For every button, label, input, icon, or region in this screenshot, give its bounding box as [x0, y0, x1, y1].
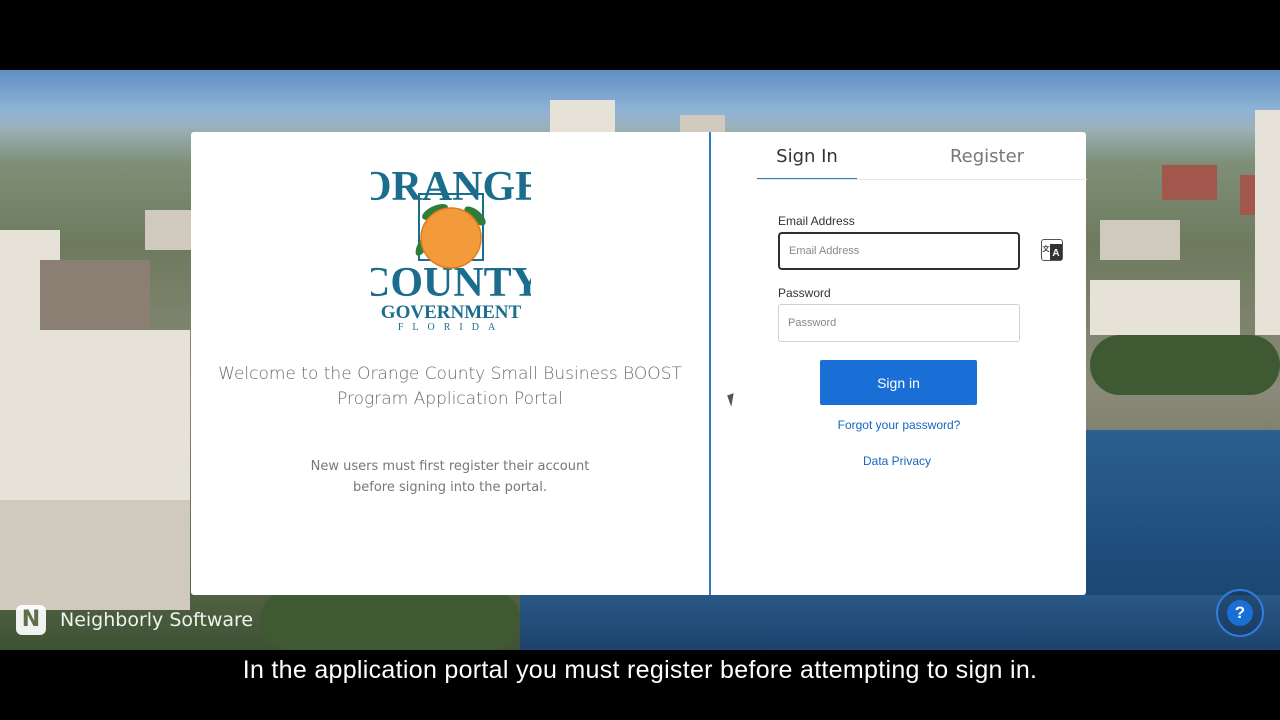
note-line-1: New users must first register their acco… [310, 459, 590, 474]
background-building [1255, 110, 1280, 335]
neighborly-brand: N Neighborly Software [16, 605, 253, 635]
note-line-2: before signing into the portal. [353, 480, 547, 495]
welcome-line-1: Welcome to the Orange County Small Busin… [218, 364, 682, 384]
auth-tabs: Sign In Register [757, 144, 1087, 180]
data-privacy-link[interactable]: Data Privacy [776, 454, 1018, 468]
question-icon: ? [1227, 600, 1253, 626]
logo-text-orange: ORANGE [371, 164, 531, 210]
login-card: ORANGE COUNTY GOVERNMENT FLORIDA Welcome… [191, 132, 1087, 595]
card-divider [709, 132, 711, 595]
welcome-line-2: Program Application Portal [337, 389, 563, 409]
sign-in-button[interactable]: Sign in [820, 360, 977, 405]
orange-county-logo: ORANGE COUNTY GOVERNMENT FLORIDA [371, 164, 531, 330]
background-building [0, 500, 190, 610]
svg-text:文: 文 [1043, 244, 1051, 253]
background-trees [260, 590, 520, 650]
email-label: Email Address [778, 214, 855, 228]
background-building [145, 210, 191, 250]
background-building [1162, 165, 1217, 200]
email-field[interactable] [778, 232, 1020, 270]
register-note: New users must first register their acco… [191, 456, 709, 498]
video-caption: In the application portal you must regis… [242, 656, 1038, 684]
forgot-password-link[interactable]: Forgot your password? [778, 418, 1020, 432]
background-building [1090, 280, 1240, 335]
help-button[interactable]: ? [1216, 589, 1264, 637]
welcome-heading: Welcome to the Orange County Small Busin… [191, 362, 709, 412]
background-trees [1090, 335, 1280, 395]
logo-text-government: GOVERNMENT [381, 302, 522, 323]
background-building [1100, 220, 1180, 260]
mouse-cursor-icon [727, 393, 738, 407]
logo-text-florida: FLORIDA [398, 322, 504, 330]
tab-sign-in[interactable]: Sign In [757, 144, 857, 180]
translate-icon[interactable]: A 文 [1041, 239, 1063, 261]
background-lake [520, 595, 1280, 650]
brand-name: Neighborly Software [60, 609, 254, 631]
svg-text:A: A [1052, 248, 1059, 259]
password-field[interactable] [778, 304, 1020, 342]
password-label: Password [778, 286, 831, 300]
translate-glyph-icon: A 文 [1042, 242, 1062, 260]
tabs-underline [757, 179, 1087, 180]
tab-register[interactable]: Register [937, 144, 1037, 180]
neighborly-logo-icon: N [16, 605, 46, 635]
